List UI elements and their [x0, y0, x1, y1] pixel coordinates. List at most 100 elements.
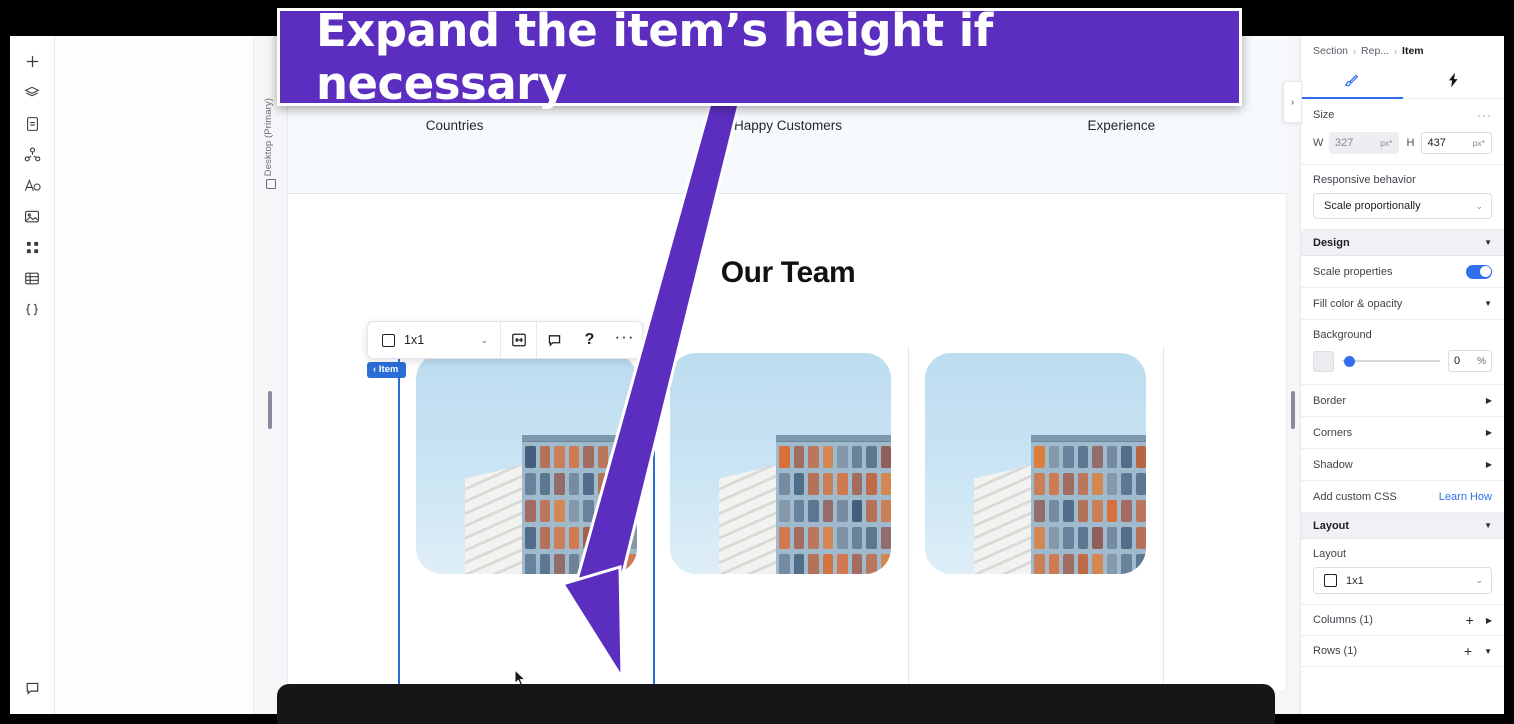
add-column-icon[interactable]: +: [1466, 612, 1474, 628]
opacity-input[interactable]: 0 %: [1448, 350, 1492, 372]
dev-mode-icon[interactable]: [15, 294, 49, 325]
chevron-right-icon: ▶: [1485, 428, 1492, 437]
more-options-icon[interactable]: ···: [607, 321, 642, 359]
breadcrumb-item-repeater[interactable]: Rep...: [1361, 45, 1389, 57]
building-window: [1034, 445, 1045, 468]
team-card-2[interactable]: [654, 346, 909, 686]
building-window: [880, 445, 891, 468]
collapse-panel-button[interactable]: ›: [1283, 81, 1302, 123]
layers-icon[interactable]: [15, 77, 49, 108]
size-title: Size: [1313, 109, 1335, 121]
chevron-down-icon[interactable]: ▼: [1484, 647, 1492, 656]
design-group-header[interactable]: Design ▼: [1301, 230, 1504, 256]
building-window: [1077, 499, 1089, 522]
building-window: [866, 553, 877, 574]
columns-row[interactable]: Columns (1) + ▶: [1301, 605, 1504, 636]
stretch-icon[interactable]: [501, 321, 536, 359]
cms-icon[interactable]: [15, 263, 49, 294]
height-input[interactable]: 437 px*: [1420, 132, 1492, 154]
media-icon[interactable]: [15, 201, 49, 232]
building-window: [793, 472, 805, 495]
chevron-down-icon: ▼: [1484, 299, 1492, 308]
layout-select[interactable]: 1x1 ⌄: [1313, 567, 1492, 594]
design-tab[interactable]: [1301, 65, 1403, 99]
team-card-3[interactable]: [909, 346, 1164, 686]
toggle-knob: [1479, 266, 1491, 277]
selection-badge[interactable]: ‹ Item: [367, 362, 407, 378]
building-window: [822, 445, 834, 468]
card-image-3: [925, 353, 1146, 574]
background-block: Background 0 %: [1301, 320, 1504, 385]
building-window: [1121, 553, 1132, 574]
background-color-swatch[interactable]: [1313, 350, 1334, 372]
corners-row[interactable]: Corners ▶: [1301, 417, 1504, 449]
building-window: [568, 526, 580, 549]
opacity-slider-thumb[interactable]: [1344, 356, 1355, 367]
building-window: [568, 445, 580, 468]
building-window: [851, 526, 863, 549]
building-window: [554, 526, 565, 549]
add-row-icon[interactable]: +: [1464, 643, 1472, 659]
design-group-title: Design: [1313, 236, 1350, 249]
building-window: [1092, 553, 1103, 574]
building-window: [808, 526, 819, 549]
comment-icon[interactable]: [537, 321, 572, 359]
chevron-down-icon: ▼: [1484, 238, 1492, 247]
building-window: [539, 553, 551, 574]
scale-properties-row[interactable]: Scale properties: [1301, 256, 1504, 288]
scale-properties-toggle[interactable]: [1466, 264, 1492, 279]
building-window: [808, 499, 819, 522]
responsive-behavior-select[interactable]: Scale proportionally ⌄: [1313, 193, 1492, 219]
building-window: [1121, 499, 1132, 522]
building-window: [554, 499, 565, 522]
team-card-1[interactable]: [398, 345, 655, 687]
shadow-row[interactable]: Shadow ▶: [1301, 449, 1504, 481]
canvas-area[interactable]: Desktop (Primary) Countries Happy Custom…: [254, 36, 1300, 714]
layout-group-header[interactable]: Layout ▼: [1301, 513, 1504, 539]
building-window: [822, 553, 834, 574]
border-label: Border: [1313, 394, 1347, 407]
building-window: [583, 526, 594, 549]
building-window: [793, 553, 805, 574]
building-window: [1048, 445, 1060, 468]
toolbar-layout-select[interactable]: 1x1 ⌄: [368, 321, 500, 359]
width-label: W: [1313, 137, 1324, 149]
building-window: [1135, 526, 1146, 549]
height-label: H: [1406, 137, 1415, 149]
border-row[interactable]: Border ▶: [1301, 385, 1504, 417]
chevron-right-icon[interactable]: ▶: [1486, 616, 1492, 625]
text-icon[interactable]: [15, 170, 49, 201]
chevron-down-icon: ⌄: [480, 334, 488, 345]
pages-icon[interactable]: [15, 108, 49, 139]
building-window: [851, 553, 863, 574]
canvas-resize-handle-right[interactable]: [1291, 391, 1295, 429]
site-structure-icon[interactable]: [15, 139, 49, 170]
apps-icon[interactable]: [15, 232, 49, 263]
learn-how-link[interactable]: Learn How: [1439, 491, 1492, 503]
building-window: [1106, 472, 1118, 495]
breadcrumb-item-item[interactable]: Item: [1402, 45, 1424, 57]
add-icon[interactable]: [15, 46, 49, 77]
width-input[interactable]: 327 px*: [1329, 132, 1399, 154]
interactions-tab[interactable]: [1403, 65, 1505, 98]
building-window: [793, 526, 805, 549]
canvas-resize-handle-left[interactable]: [268, 391, 272, 429]
opacity-slider[interactable]: [1342, 354, 1440, 368]
fill-color-opacity-row[interactable]: Fill color & opacity ▼: [1301, 288, 1504, 320]
building-window: [779, 553, 790, 574]
size-more-icon[interactable]: ···: [1477, 108, 1492, 122]
building-window: [866, 526, 877, 549]
breadcrumb-item-section[interactable]: Section: [1313, 45, 1348, 57]
responsive-behavior-label: Responsive behavior: [1313, 174, 1416, 186]
building-window: [597, 472, 609, 495]
shadow-label: Shadow: [1313, 458, 1353, 471]
rows-row[interactable]: Rows (1) + ▼: [1301, 636, 1504, 667]
card-image-2: [670, 353, 891, 574]
help-icon[interactable]: ?: [572, 321, 607, 359]
building-window: [597, 445, 609, 468]
page-title: Our Team: [720, 256, 856, 289]
building-window: [880, 499, 891, 522]
comments-icon[interactable]: [16, 673, 50, 704]
custom-css-row[interactable]: Add custom CSS Learn How: [1301, 481, 1504, 513]
size-section: Size ··· W 327 px* H 437 px*: [1301, 99, 1504, 165]
